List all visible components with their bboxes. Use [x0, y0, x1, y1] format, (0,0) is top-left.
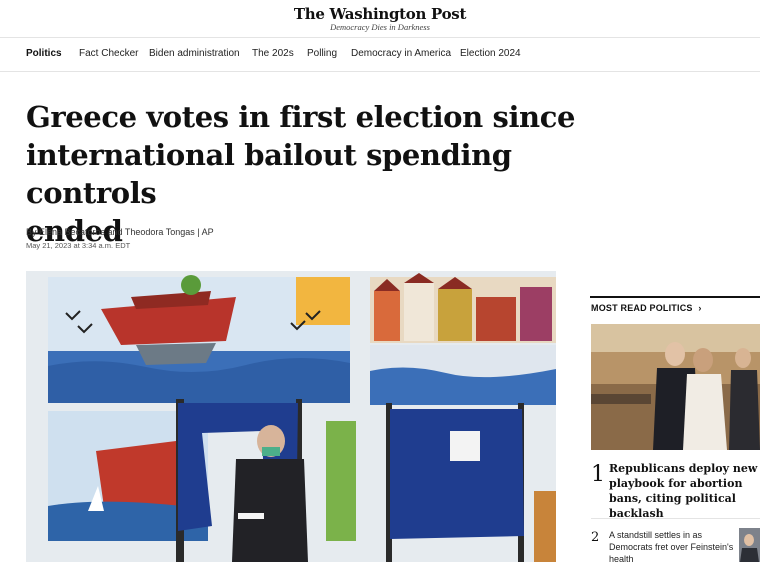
masthead: The Washington Post Democracy Dies in Da… [0, 0, 760, 38]
nav-item-democracy-in-america[interactable]: Democracy in America [351, 48, 451, 59]
article-date: May 21, 2023 at 3:34 a.m. EDT [26, 241, 131, 250]
most-read-thumbnail-2-illustration [739, 528, 760, 562]
article-byline[interactable]: By Elena Becatoros and Theodora Tongas |… [26, 227, 214, 237]
nav-item-election-2024[interactable]: Election 2024 [460, 48, 521, 59]
most-read-thumbnail-2[interactable] [739, 528, 760, 562]
most-read-title: MOST READ POLITICS [591, 303, 693, 313]
nav-item-polling[interactable]: Polling [307, 48, 337, 59]
section-nav: Politics Fact Checker Biden administrati… [0, 38, 760, 72]
nav-item-fact-checker[interactable]: Fact Checker [79, 48, 138, 59]
nav-item-biden-administration[interactable]: Biden administration [149, 48, 240, 59]
most-read-story-1[interactable]: Republicans deploy new playbook for abor… [609, 461, 759, 521]
site-logo[interactable]: The Washington Post [0, 5, 760, 23]
most-read-thumbnail-illustration [591, 324, 760, 450]
headline-line-1: Greece votes in first election since [26, 100, 576, 134]
most-read-story-2[interactable]: A standstill settles in as Democrats fre… [609, 529, 734, 562]
most-read-item-divider [591, 518, 760, 519]
most-read-rank-2: 2 [591, 530, 600, 545]
nav-item-the-202s[interactable]: The 202s [252, 48, 294, 59]
chevron-right-icon: › [698, 303, 702, 313]
nav-item-politics[interactable]: Politics [26, 48, 62, 59]
lead-photo[interactable] [26, 271, 556, 562]
most-read-thumbnail-1[interactable] [591, 324, 760, 450]
most-read-rank-1: 1 [591, 462, 605, 487]
headline-line-2: international bailout spending controls [26, 138, 512, 210]
lead-photo-illustration [26, 271, 556, 562]
most-read-heading[interactable]: MOST READ POLITICS › [591, 303, 702, 313]
site-tagline: Democracy Dies in Darkness [330, 22, 430, 32]
most-read-divider [590, 296, 760, 298]
